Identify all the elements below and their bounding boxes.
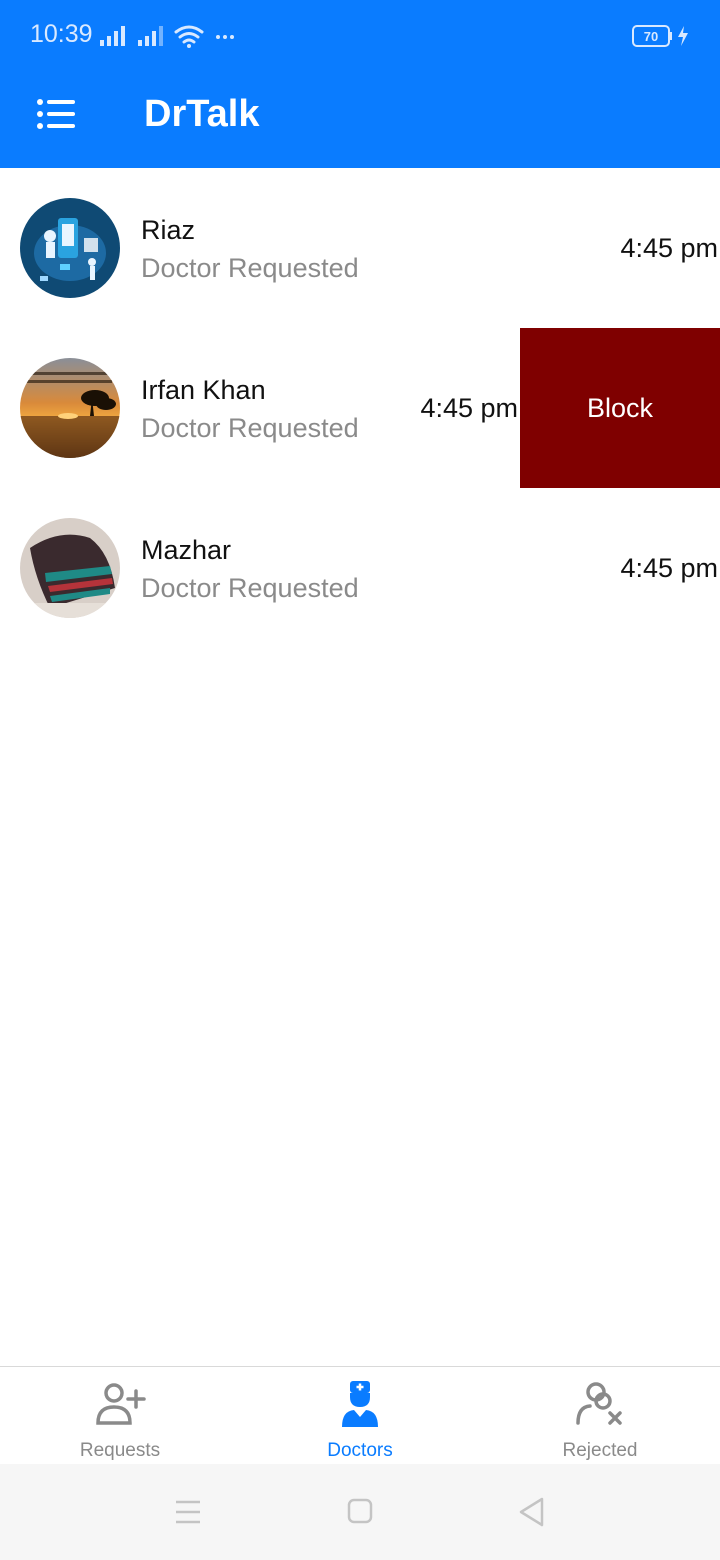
status-icons	[100, 25, 234, 48]
battery-icon: 70	[632, 25, 688, 47]
list-item[interactable]: Riaz Doctor Requested 4:45 pm	[0, 168, 720, 328]
tab-rejected[interactable]: Rejected	[480, 1367, 720, 1465]
tab-requests[interactable]: Requests	[0, 1367, 240, 1465]
app-bar: DrTalk	[0, 72, 720, 168]
app-title: DrTalk	[144, 93, 260, 135]
request-status: Doctor Requested	[141, 253, 359, 283]
tab-label: Rejected	[562, 1440, 638, 1461]
contact-name: Irfan Khan	[141, 375, 266, 405]
charging-icon	[678, 26, 688, 46]
timestamp: 4:45 pm	[620, 553, 718, 583]
list-item[interactable]: Mazhar Doctor Requested 4:45 pm	[0, 488, 720, 648]
list-item[interactable]: Irfan Khan Doctor Requested 4:45 pm Bloc…	[0, 328, 720, 488]
tab-label: Requests	[79, 1440, 161, 1461]
person-remove-icon	[576, 1382, 622, 1425]
request-status: Doctor Requested	[141, 573, 359, 603]
menu-icon[interactable]	[36, 96, 76, 132]
signal-icon	[138, 26, 163, 46]
avatar	[20, 358, 120, 458]
contact-name: Riaz	[141, 215, 196, 245]
avatar-image	[20, 518, 120, 618]
timestamp: 4:45 pm	[420, 393, 518, 423]
bottom-nav: Requests Doctors Rejected	[0, 1366, 720, 1464]
contact-name: Mazhar	[141, 535, 232, 565]
signal-icon	[100, 26, 125, 46]
tab-label: Doctors	[327, 1440, 393, 1461]
avatar-image	[20, 198, 120, 298]
avatar	[20, 198, 120, 298]
recents-icon[interactable]	[168, 1494, 208, 1530]
status-time: 10:39	[30, 20, 93, 48]
avatar	[20, 518, 120, 618]
tab-doctors[interactable]: Doctors	[240, 1367, 480, 1465]
avatar-image	[20, 358, 120, 458]
home-icon[interactable]	[340, 1494, 380, 1530]
system-nav-bar	[0, 1464, 720, 1560]
back-icon[interactable]	[512, 1494, 552, 1530]
person-add-icon	[96, 1383, 146, 1425]
battery-level: 70	[644, 29, 658, 44]
status-bar: 10:39 70	[0, 0, 720, 72]
block-button[interactable]: Block	[520, 328, 720, 488]
timestamp: 4:45 pm	[620, 233, 718, 263]
wifi-icon	[174, 25, 204, 44]
more-dots-icon	[216, 35, 234, 39]
request-status: Doctor Requested	[141, 413, 359, 443]
doctor-icon	[342, 1381, 378, 1427]
